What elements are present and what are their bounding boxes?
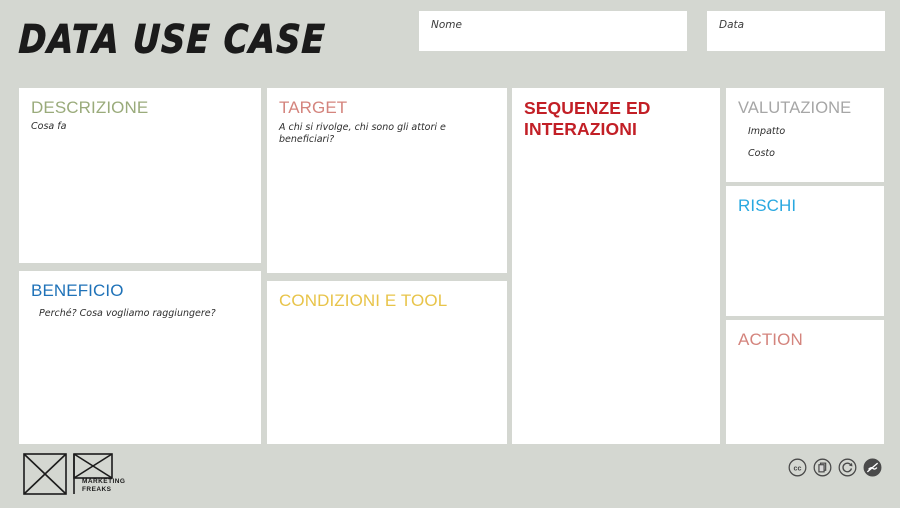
marketing-freaks-logo: MARKETING FREAKS	[22, 452, 125, 496]
nome-field-label: Nome	[431, 19, 462, 31]
card-condizioni-e-tool[interactable]: CONDIZIONI E TOOL	[267, 281, 507, 444]
valutazione-impatto-label: Impatto	[748, 126, 786, 137]
card-descrizione-heading: DESCRIZIONE	[31, 98, 149, 117]
card-rischi[interactable]: RISCHI	[726, 186, 884, 316]
card-valutazione[interactable]: VALUTAZIONE Impatto Costo	[726, 88, 884, 182]
creative-commons-icon[interactable]: cc	[788, 458, 807, 477]
page-title: DATA USE CASE	[17, 16, 327, 63]
page-footer: MARKETING FREAKS cc	[0, 444, 900, 508]
card-descrizione-subtitle: Cosa fa	[31, 121, 67, 132]
data-field[interactable]: Data	[707, 11, 885, 51]
card-rischi-heading: RISCHI	[738, 196, 797, 215]
card-sequenze-heading: SEQUENZE ED INTERAZIONI	[524, 98, 651, 139]
card-beneficio-subtitle: Perché? Cosa vogliamo raggiungere?	[39, 308, 216, 319]
creative-commons-by-icon[interactable]	[813, 458, 832, 477]
svg-text:cc: cc	[794, 464, 802, 472]
logo-wordmark: MARKETING FREAKS	[82, 478, 126, 493]
card-condizioni-heading: CONDIZIONI E TOOL	[279, 291, 448, 310]
license-badges: cc	[788, 458, 882, 477]
card-sequenze-ed-interazioni[interactable]: SEQUENZE ED INTERAZIONI	[512, 88, 720, 444]
creative-commons-nc-icon[interactable]	[863, 458, 882, 477]
nome-field[interactable]: Nome	[419, 11, 687, 51]
card-beneficio[interactable]: BENEFICIO Perché? Cosa vogliamo raggiung…	[19, 271, 261, 444]
card-target-subtitle: A chi si rivolge, chi sono gli attori e …	[279, 122, 446, 145]
card-descrizione[interactable]: DESCRIZIONE Cosa fa	[19, 88, 261, 263]
valutazione-costo-label: Costo	[748, 148, 775, 159]
card-beneficio-heading: BENEFICIO	[31, 281, 124, 300]
card-action[interactable]: ACTION	[726, 320, 884, 444]
creative-commons-sa-icon[interactable]	[838, 458, 857, 477]
card-action-heading: ACTION	[738, 330, 803, 349]
card-valutazione-heading: VALUTAZIONE	[738, 99, 852, 117]
card-target-heading: TARGET	[279, 98, 348, 117]
page-header: DATA USE CASE Nome Data	[0, 0, 900, 78]
data-field-label: Data	[719, 19, 745, 31]
canvas-board: DESCRIZIONE Cosa fa BENEFICIO Perché? Co…	[0, 84, 900, 444]
card-target[interactable]: TARGET A chi si rivolge, chi sono gli at…	[267, 88, 507, 273]
